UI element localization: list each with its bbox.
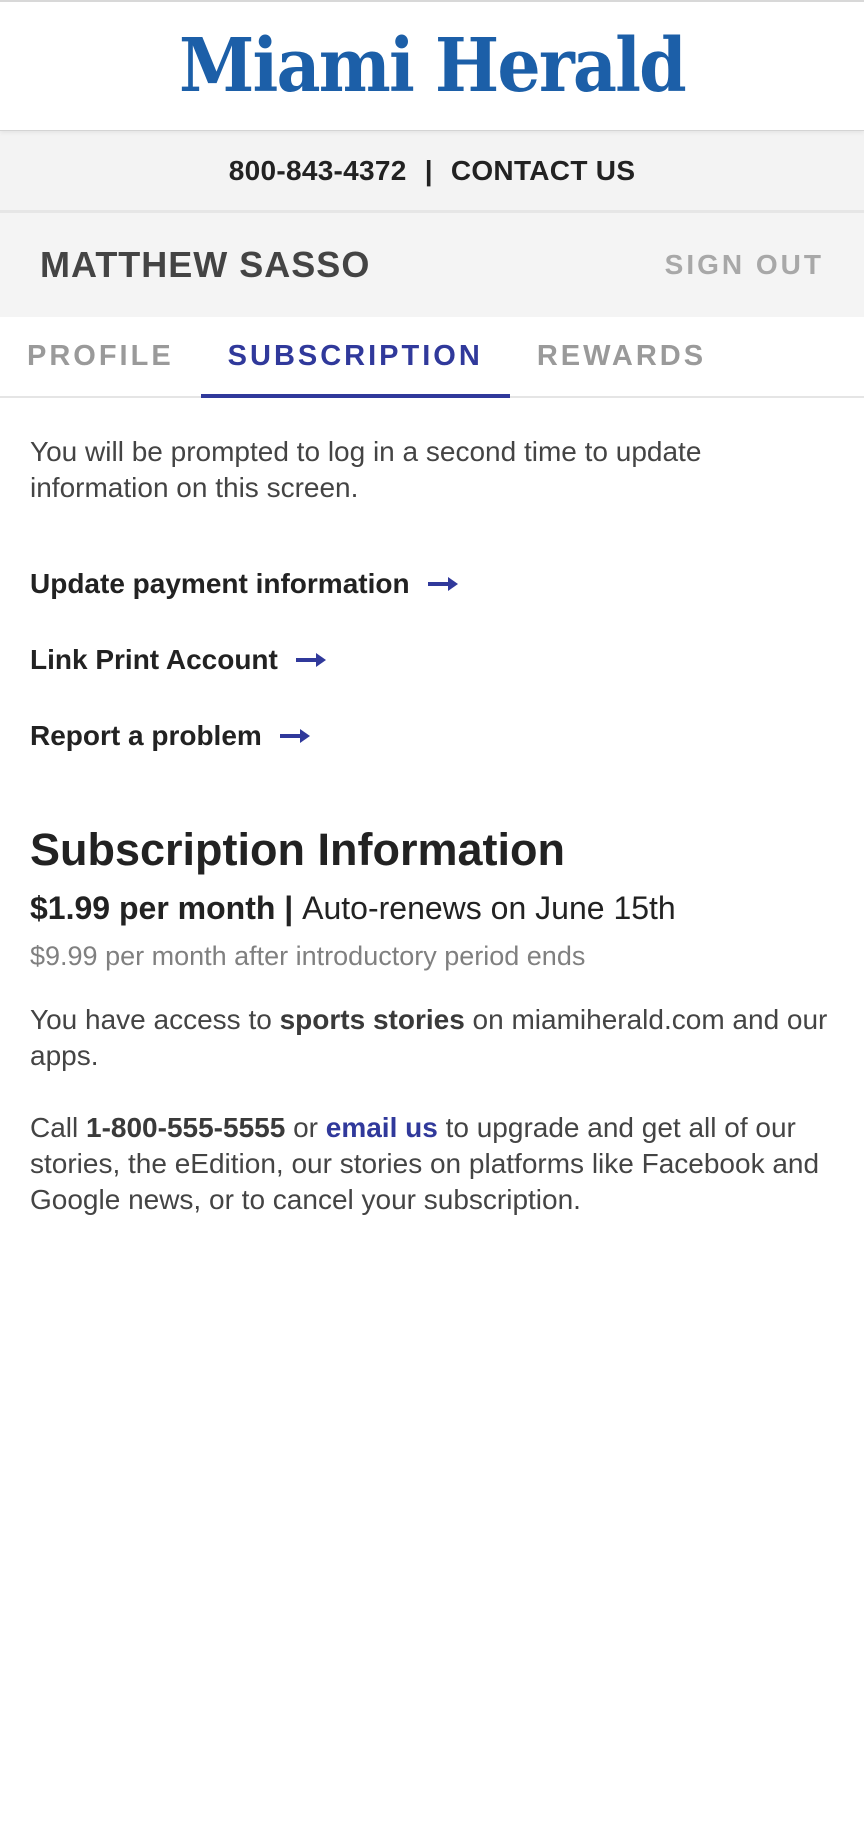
sign-out-button[interactable]: SIGN OUT <box>665 249 824 281</box>
tab-subscription[interactable]: SUBSCRIPTION <box>200 317 510 398</box>
masthead: Miami Herald <box>0 0 864 131</box>
link-label: Link Print Account <box>30 644 278 675</box>
report-problem-link[interactable]: Report a problem <box>30 698 834 774</box>
contact-separator: | <box>424 154 433 186</box>
user-name: MATTHEW SASSO <box>40 244 371 285</box>
access-prefix: You have access to <box>30 1004 280 1035</box>
call-prefix: Call <box>30 1112 87 1143</box>
arrow-right-icon <box>279 729 310 743</box>
call-or: or <box>285 1112 326 1143</box>
subscription-price: $1.99 per month <box>30 890 276 926</box>
action-links: Update payment information Link Print Ac… <box>30 546 834 774</box>
email-us-link[interactable]: email us <box>326 1112 438 1143</box>
tab-profile[interactable]: PROFILE <box>0 317 201 396</box>
subscription-content: You will be prompted to log in a second … <box>0 398 864 1218</box>
arrow-right-icon <box>295 653 326 667</box>
account-tabs: PROFILE SUBSCRIPTION REWARDS <box>0 317 864 398</box>
user-bar: MATTHEW SASSO SIGN OUT <box>0 213 864 317</box>
arrow-right-icon <box>427 577 458 591</box>
subscription-title: Subscription Information <box>30 824 565 875</box>
access-description: You have access to sports stories on mia… <box>30 1002 834 1074</box>
renewal-date: Auto-renews on June 15th <box>302 890 676 926</box>
contact-us-link[interactable]: CONTACT US <box>451 155 635 187</box>
price-line: $1.99 per month | Auto-renews on June 15… <box>30 886 834 930</box>
contact-phone-link[interactable]: 800-843-4372 <box>229 155 407 187</box>
call-phone-link[interactable]: 1-800-555-5555 <box>86 1112 285 1143</box>
link-label: Update payment information <box>30 568 410 599</box>
contact-bar: 800-843-4372 | CONTACT US <box>0 131 864 213</box>
miami-herald-logo[interactable]: Miami Herald <box>179 29 687 103</box>
tab-rewards[interactable]: REWARDS <box>510 317 733 396</box>
update-payment-link[interactable]: Update payment information <box>30 546 834 622</box>
access-bold: sports stories <box>279 1004 465 1035</box>
link-label: Report a problem <box>30 720 262 751</box>
login-notice: You will be prompted to log in a second … <box>30 436 702 503</box>
link-print-account-link[interactable]: Link Print Account <box>30 622 834 698</box>
price-separator: | <box>275 890 303 926</box>
after-intro-price: $9.99 per month after introductory perio… <box>30 941 586 971</box>
call-to-upgrade: Call 1-800-555-5555 or email us to upgra… <box>30 1110 834 1218</box>
